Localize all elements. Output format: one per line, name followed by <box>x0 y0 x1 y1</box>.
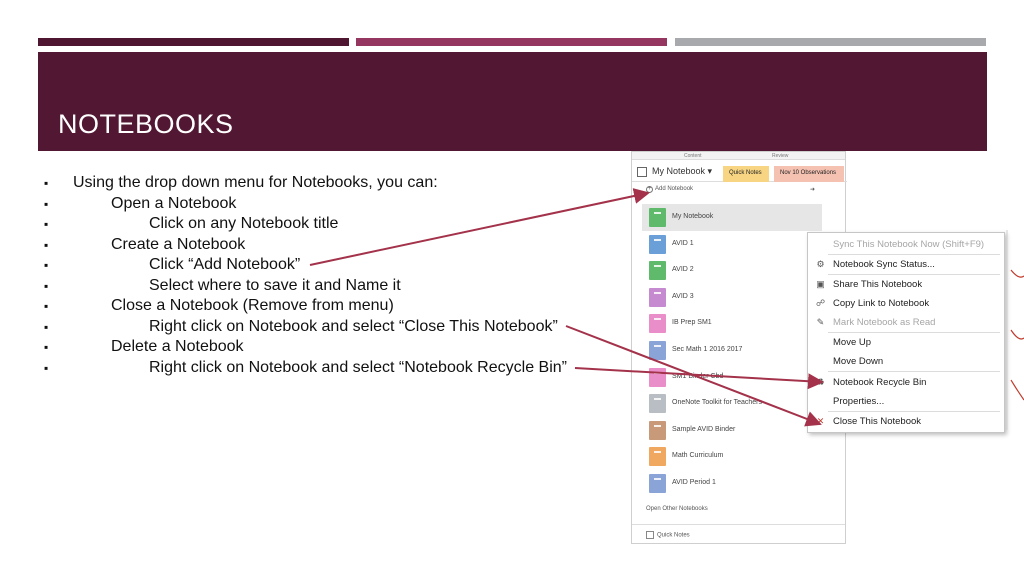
accent-bar-dark <box>38 38 349 46</box>
menu-item-copy-link[interactable]: ☍ Copy Link to Notebook <box>816 298 929 309</box>
add-notebook-button[interactable]: + Add Notebook <box>646 186 693 193</box>
menu-item-share[interactable]: ▣ Share This Notebook <box>816 279 922 290</box>
notebook-item[interactable]: My Notebook <box>642 204 822 231</box>
notebook-item[interactable]: SM1 Binder Cbd <box>642 364 822 391</box>
notebook-title: IB Prep SM1 <box>672 319 712 327</box>
notebook-title: Sec Math 1 2016 2017 <box>672 345 743 353</box>
bullet-item: Right click on Notebook and select “Note… <box>44 358 567 379</box>
ribbon-group-labels: Content Review <box>632 152 845 160</box>
bullet-item: Click “Add Notebook” <box>44 255 567 276</box>
notebook-title: My Notebook <box>672 213 714 220</box>
accent-bar-magenta <box>356 38 667 46</box>
close-notebook-icon: ✕ <box>816 416 825 426</box>
accent-bar-gray <box>675 38 986 46</box>
notebook-item[interactable]: AVID 2 <box>642 257 822 284</box>
notebook-title: AVID 3 <box>672 292 694 300</box>
notebook-book-icon <box>649 234 666 254</box>
bullet-item: Click on any Notebook title <box>44 214 567 235</box>
notebook-book-icon <box>649 287 666 307</box>
menu-item-close-notebook[interactable]: ✕ Close This Notebook <box>817 416 921 427</box>
sync-status-icon: ⚙ <box>816 259 825 269</box>
notebook-item[interactable]: Math Curriculum <box>642 443 822 470</box>
title-band: NOTEBOOKS <box>38 52 987 151</box>
link-icon: ☍ <box>815 298 826 308</box>
menu-separator <box>828 274 1000 275</box>
notebook-item[interactable]: IB Prep SM1 <box>642 310 822 337</box>
menu-item-move-down[interactable]: Move Down <box>833 356 883 367</box>
chevron-down-icon[interactable]: ▾ <box>708 166 713 176</box>
bullet-item: Select where to save it and Name it <box>44 276 567 297</box>
notebook-item[interactable]: Sample AVID Binder <box>642 417 822 444</box>
menu-item-sync-now[interactable]: Sync This Notebook Now (Shift+F9) <box>833 239 984 250</box>
notebook-item[interactable]: OneNote Toolkit for Teachers <box>642 390 822 417</box>
add-icon: + <box>646 186 653 193</box>
quick-notes-footer[interactable]: Quick Notes <box>632 524 845 539</box>
pin-icon[interactable]: ➜ <box>810 186 815 193</box>
notebook-item[interactable]: AVID Period 1 <box>642 470 822 497</box>
menu-item-move-up[interactable]: Move Up <box>833 337 871 348</box>
notebook-book-icon <box>649 367 666 387</box>
notebook-picker[interactable]: My Notebook ▾ Quick Notes Nov 10 Observa… <box>632 162 847 182</box>
notebook-title: AVID 2 <box>672 266 694 274</box>
notebook-item[interactable]: Sec Math 1 2016 2017 <box>642 337 822 364</box>
current-notebook-name[interactable]: My Notebook ▾ <box>652 166 712 177</box>
menu-separator <box>828 371 1000 372</box>
notebook-item[interactable]: AVID 3 <box>642 284 822 311</box>
background-window-edge <box>1006 230 1024 430</box>
bullet-item: Open a Notebook <box>44 194 567 215</box>
bullet-item: Right click on Notebook and select “Clos… <box>44 317 567 338</box>
recycle-bin-icon: ♻ <box>816 377 825 387</box>
menu-item-sync-status[interactable]: ⚙ Notebook Sync Status... <box>816 259 934 270</box>
notebook-title: Sample AVID Binder <box>672 425 736 433</box>
menu-separator <box>828 254 1000 255</box>
notebook-title: OneNote Toolkit for Teachers <box>672 399 763 407</box>
notebook-book-icon <box>649 473 666 493</box>
notebook-title: AVID Period 1 <box>672 478 716 486</box>
notebook-item[interactable]: AVID 1 <box>642 231 822 258</box>
menu-item-properties[interactable]: Properties... <box>833 396 884 407</box>
ribbon-label-content: Content <box>684 153 702 159</box>
notebook-context-menu: Sync This Notebook Now (Shift+F9) ⚙ Noteb… <box>807 232 1005 433</box>
notebook-book-icon <box>649 394 666 414</box>
quick-notes-icon <box>646 531 654 539</box>
slide-title: NOTEBOOKS <box>58 109 234 139</box>
open-other-notebooks-link[interactable]: Open Other Notebooks <box>646 506 708 512</box>
menu-item-mark-read[interactable]: ✎ Mark Notebook as Read <box>817 317 936 328</box>
notebook-book-icon <box>649 420 666 440</box>
bullet-item: Using the drop down menu for Notebooks, … <box>44 173 567 194</box>
notebook-list: My Notebook AVID 1 AVID 2 AVID 3 IB Prep… <box>642 204 822 497</box>
notebook-title: Math Curriculum <box>672 452 724 460</box>
notebook-book-icon <box>649 208 666 227</box>
notebook-book-icon <box>649 261 666 281</box>
bullet-item: Delete a Notebook <box>44 337 567 358</box>
bullet-item: Close a Notebook (Remove from menu) <box>44 296 567 317</box>
share-icon: ▣ <box>816 279 825 289</box>
notebook-book-icon <box>649 340 666 360</box>
tab-nov-10-observations[interactable]: Nov 10 Observations <box>774 166 844 182</box>
notebook-title: AVID 1 <box>672 239 694 247</box>
mark-read-icon: ✎ <box>816 317 825 327</box>
tab-quick-notes[interactable]: Quick Notes <box>723 166 769 182</box>
notebook-title: SM1 Binder Cbd <box>672 372 724 380</box>
menu-separator <box>828 411 1000 412</box>
bullet-list: Using the drop down menu for Notebooks, … <box>44 173 567 379</box>
menu-item-recycle-bin[interactable]: ♻ Notebook Recycle Bin <box>816 377 926 388</box>
bullet-item: Create a Notebook <box>44 235 567 256</box>
ribbon-label-review: Review <box>772 153 789 159</box>
menu-separator <box>828 332 1000 333</box>
notebook-book-icon <box>649 314 666 334</box>
notebook-icon <box>637 167 647 177</box>
notebook-book-icon <box>649 447 666 467</box>
